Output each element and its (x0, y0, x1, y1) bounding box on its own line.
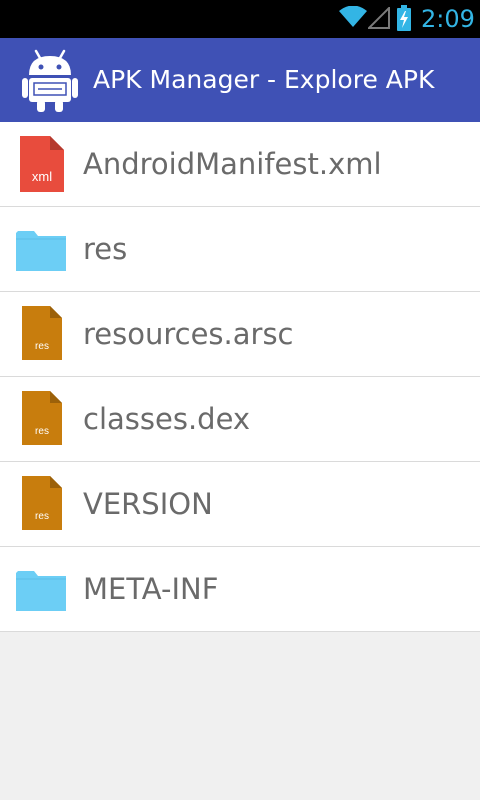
file-name: META-INF (83, 572, 219, 606)
svg-text:res: res (35, 511, 49, 522)
signal-icon (368, 7, 390, 29)
xml-file-icon: xml (20, 136, 64, 192)
status-bar: 2:09 (0, 0, 480, 38)
wifi-icon (339, 6, 367, 27)
file-name: VERSION (83, 487, 213, 521)
res-file-icon: res (22, 391, 62, 445)
file-name: res (83, 232, 128, 266)
svg-text:res: res (35, 426, 49, 437)
res-file-icon: res (22, 306, 62, 360)
android-robot-icon[interactable] (22, 48, 78, 112)
file-name: classes.dex (83, 402, 251, 436)
file-row-android-manifest[interactable]: xml AndroidManifest.xml (0, 122, 480, 207)
action-bar: APK Manager - Explore APK (0, 38, 480, 122)
file-row-meta-inf[interactable]: META-INF (0, 547, 480, 632)
res-file-icon: res (22, 476, 62, 530)
file-row-classes-dex[interactable]: res classes.dex (0, 377, 480, 462)
folder-icon (16, 231, 66, 271)
svg-text:res: res (35, 341, 49, 352)
svg-text:xml: xml (32, 169, 52, 184)
battery-charging-icon (397, 5, 411, 31)
file-name: resources.arsc (83, 317, 294, 351)
file-row-res[interactable]: res (0, 207, 480, 292)
folder-icon (16, 571, 66, 611)
status-bar-clock: 2:09 (421, 5, 475, 33)
file-row-resources-arsc[interactable]: res resources.arsc (0, 292, 480, 377)
file-list: xml AndroidManifest.xml res res resource… (0, 122, 480, 632)
file-row-version[interactable]: res VERSION (0, 462, 480, 547)
action-bar-title: APK Manager - Explore APK (93, 65, 435, 94)
file-name: AndroidManifest.xml (83, 147, 382, 181)
